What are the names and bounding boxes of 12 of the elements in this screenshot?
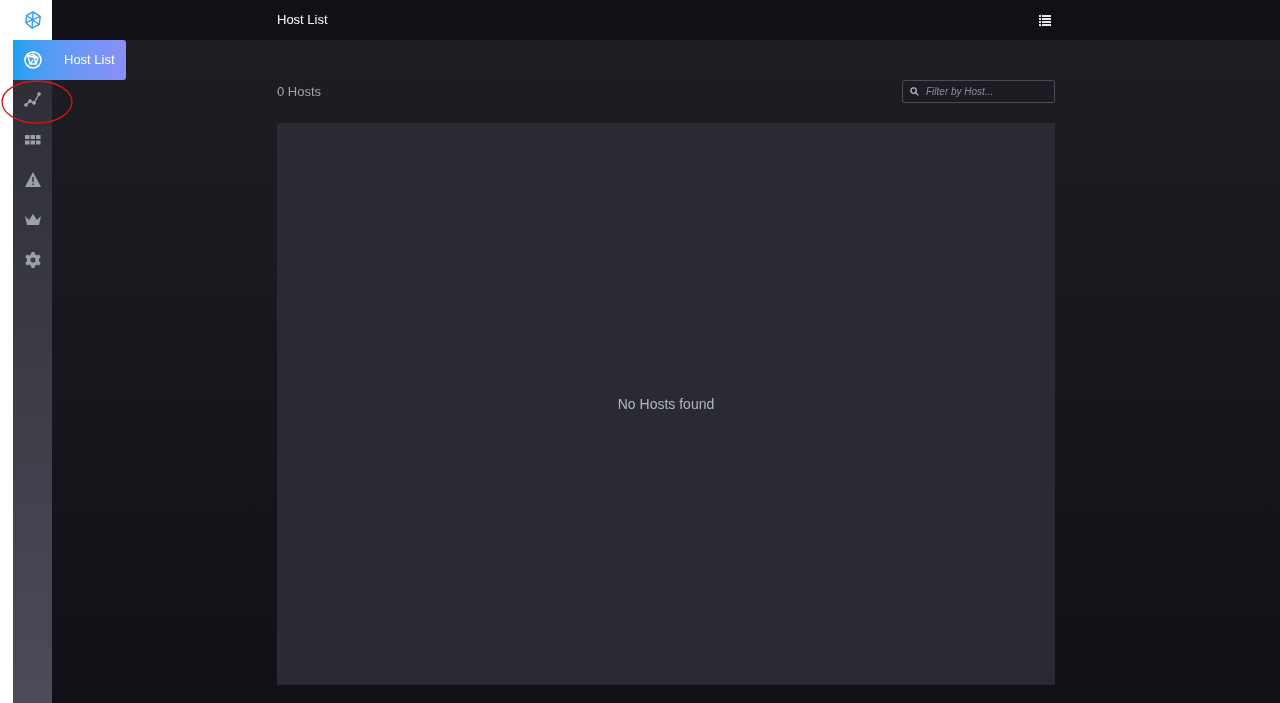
sidebar-item[interactable]: Host List — [13, 40, 126, 80]
search-icon — [910, 87, 919, 96]
list-icon[interactable] — [1039, 14, 1051, 26]
filter-field[interactable]: Filter by Host... — [902, 80, 1055, 103]
warning-icon — [24, 171, 42, 189]
host-count: 0 Hosts — [277, 82, 322, 101]
globe-icon — [24, 51, 42, 69]
line-graph-icon — [24, 91, 42, 109]
empty-message: No Hosts found — [617, 394, 715, 414]
logo-icon — [23, 11, 42, 29]
page-title: Host List — [277, 11, 328, 30]
settings-icon — [24, 251, 42, 269]
